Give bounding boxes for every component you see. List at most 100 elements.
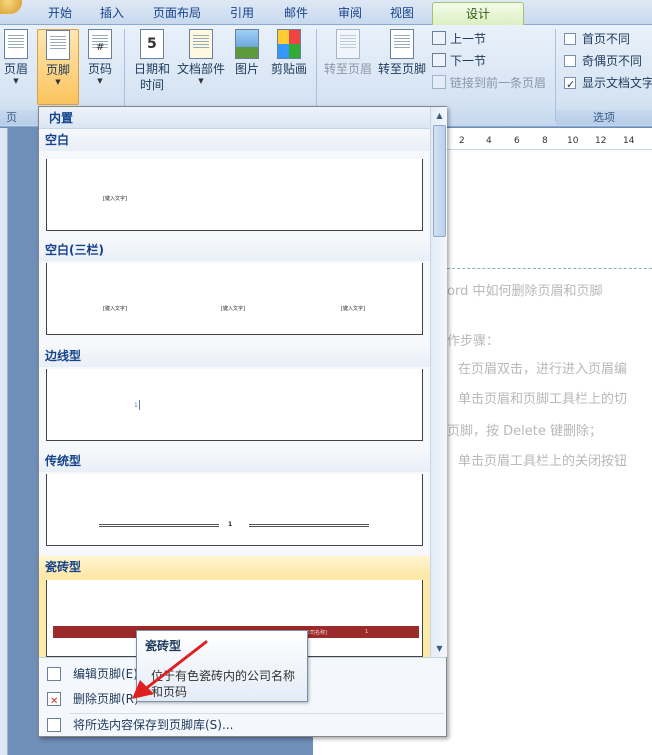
link-to-previous-label: 链接到前一条页眉 (450, 76, 547, 90)
picture-label: 图片 (234, 62, 259, 76)
goto-header-icon (336, 29, 360, 59)
gallery-item-title: 边线型 (39, 345, 430, 367)
gallery-item-title: 空白 (39, 129, 430, 151)
different-odd-even-label: 奇偶页不同 (582, 54, 643, 68)
show-document-text-label: 显示文档文字 (582, 76, 652, 90)
header-button-label: 页眉 (3, 62, 28, 76)
goto-footer-button[interactable]: 转至页脚 (376, 29, 428, 77)
header-boundary-line (447, 268, 652, 269)
rule-line (249, 524, 369, 527)
different-first-page-checkbox[interactable] (564, 33, 576, 45)
header-button[interactable]: 页眉 ▼ (0, 29, 32, 85)
gallery-item-title: 传统型 (39, 450, 430, 472)
goto-footer-icon (390, 29, 414, 59)
date-time-label-line2: 时间 (139, 78, 164, 92)
different-odd-even-option[interactable]: 奇偶页不同 (564, 51, 642, 71)
gallery-scrollbar[interactable]: ▲ ▼ (430, 107, 447, 657)
footer-icon (46, 30, 70, 60)
different-odd-even-checkbox[interactable] (564, 55, 576, 67)
tab-page-layout[interactable]: 页面布局 (146, 2, 208, 25)
footer-button[interactable]: 页脚 ▼ (37, 29, 79, 105)
gallery-item-blank-three-column[interactable]: 空白(三栏) [键入文字] [键入文字] [键入文字] (39, 239, 430, 344)
placeholder-text: 1 (134, 402, 138, 409)
placeholder-text: [键入文字] (341, 306, 365, 312)
gallery-item-preview: 1 (46, 474, 423, 546)
placeholder-text: 1 (228, 521, 233, 528)
link-to-previous-button[interactable]: 链接到前一条页眉 (432, 73, 546, 93)
picture-button[interactable]: 图片 (230, 29, 264, 77)
remove-footer-icon (47, 691, 61, 713)
clipart-button[interactable]: 剪贴画 (268, 29, 310, 77)
gallery-scroll-area[interactable]: 空白 [键入文字] 空白(三栏) [键入文字] [键入文字] [键入文字] 边线… (39, 129, 430, 657)
document-text-line: 作步骤： (447, 334, 500, 349)
document-text-line: 在页眉双击，进行进入页眉编 (458, 362, 628, 377)
quick-parts-button[interactable]: 文档部件 ▼ (176, 29, 226, 85)
previous-section-label: 上一节 (450, 32, 487, 46)
next-section-button[interactable]: 下一节 (432, 51, 486, 71)
show-document-text-checkbox[interactable] (564, 75, 576, 95)
scrollbar-thumb[interactable] (433, 125, 446, 237)
ruler-tick: 8 (542, 136, 548, 146)
different-first-page-label: 首页不同 (582, 32, 631, 46)
edit-footer-icon (47, 667, 61, 681)
date-time-button[interactable]: 5 日期和 时间 (132, 29, 172, 93)
horizontal-ruler[interactable]: 2 4 6 8 10 12 14 (447, 134, 652, 150)
save-to-footer-gallery-menu-item[interactable]: 将所选内容保存到页脚库(S)... (39, 714, 446, 736)
group-separator (555, 29, 556, 121)
tab-insert[interactable]: 插入 (92, 2, 132, 25)
tab-references[interactable]: 引用 (222, 2, 262, 25)
document-parts-icon (189, 29, 213, 59)
placeholder-text: [键入文字] (221, 306, 245, 312)
office-button[interactable] (0, 0, 22, 14)
rule-line (99, 524, 219, 527)
chevron-down-icon: ▼ (97, 77, 103, 85)
save-to-footer-gallery-label: 将所选内容保存到页脚库(S)... (73, 718, 234, 732)
show-document-text-option[interactable]: 显示文档文字 (564, 73, 652, 95)
gallery-item-blank[interactable]: 空白 [键入文字] (39, 129, 430, 234)
ruler-tick: 10 (567, 136, 579, 146)
different-first-page-option[interactable]: 首页不同 (564, 29, 630, 49)
tab-design[interactable]: 设计 (432, 2, 524, 25)
next-section-label: 下一节 (450, 54, 487, 68)
ruler-tick: 2 (459, 136, 465, 146)
next-section-icon (432, 53, 446, 67)
scroll-down-icon[interactable]: ▼ (432, 641, 447, 656)
footer-button-label: 页脚 (45, 63, 70, 77)
tab-mailings[interactable]: 邮件 (276, 2, 316, 25)
picture-icon (235, 29, 259, 59)
chevron-down-icon: ▼ (13, 77, 19, 85)
goto-header-label: 转至页眉 (323, 62, 372, 76)
vertical-ruler (0, 128, 8, 755)
goto-header-button[interactable]: 转至页眉 (322, 29, 374, 77)
clipart-label: 剪贴画 (270, 62, 307, 76)
ruler-tick: 12 (595, 136, 607, 146)
header-icon (4, 29, 28, 59)
document-text-line: 页脚，按 Delete 键删除； (447, 424, 602, 439)
page-number-button[interactable]: # 页码 ▼ (82, 29, 118, 85)
chevron-down-icon: ▼ (55, 78, 61, 86)
tab-review[interactable]: 审阅 (330, 2, 370, 25)
options-group-label: 选项 (556, 110, 652, 125)
previous-section-button[interactable]: 上一节 (432, 29, 486, 49)
tab-home[interactable]: 开始 (38, 2, 82, 25)
document-text-line: ord 中如何删除页眉和页脚 (447, 284, 603, 299)
quick-parts-label: 文档部件 (176, 62, 225, 76)
gallery-item-sideline[interactable]: 边线型 1 (39, 345, 430, 450)
previous-section-icon (432, 31, 446, 45)
tab-view[interactable]: 视图 (382, 2, 422, 25)
annotation-arrow-icon (132, 640, 208, 699)
date-time-label-line1: 日期和 (133, 62, 170, 76)
goto-footer-label: 转至页脚 (377, 62, 426, 76)
document-text-line: 单击页眉和页脚工具栏上的切 (458, 392, 628, 407)
sideline-mark (139, 400, 140, 410)
gallery-item-traditional[interactable]: 传统型 1 (39, 450, 430, 556)
gallery-item-preview: 1 (46, 369, 423, 441)
ruler-tick: 6 (514, 136, 520, 146)
scroll-up-icon[interactable]: ▲ (432, 108, 447, 123)
link-icon (432, 75, 446, 89)
page-number-icon: # (88, 29, 112, 59)
chevron-down-icon: ▼ (198, 77, 204, 85)
gallery-item-title: 空白(三栏) (39, 239, 430, 261)
ruler-tick: 4 (486, 136, 492, 146)
save-to-gallery-icon (47, 718, 61, 732)
